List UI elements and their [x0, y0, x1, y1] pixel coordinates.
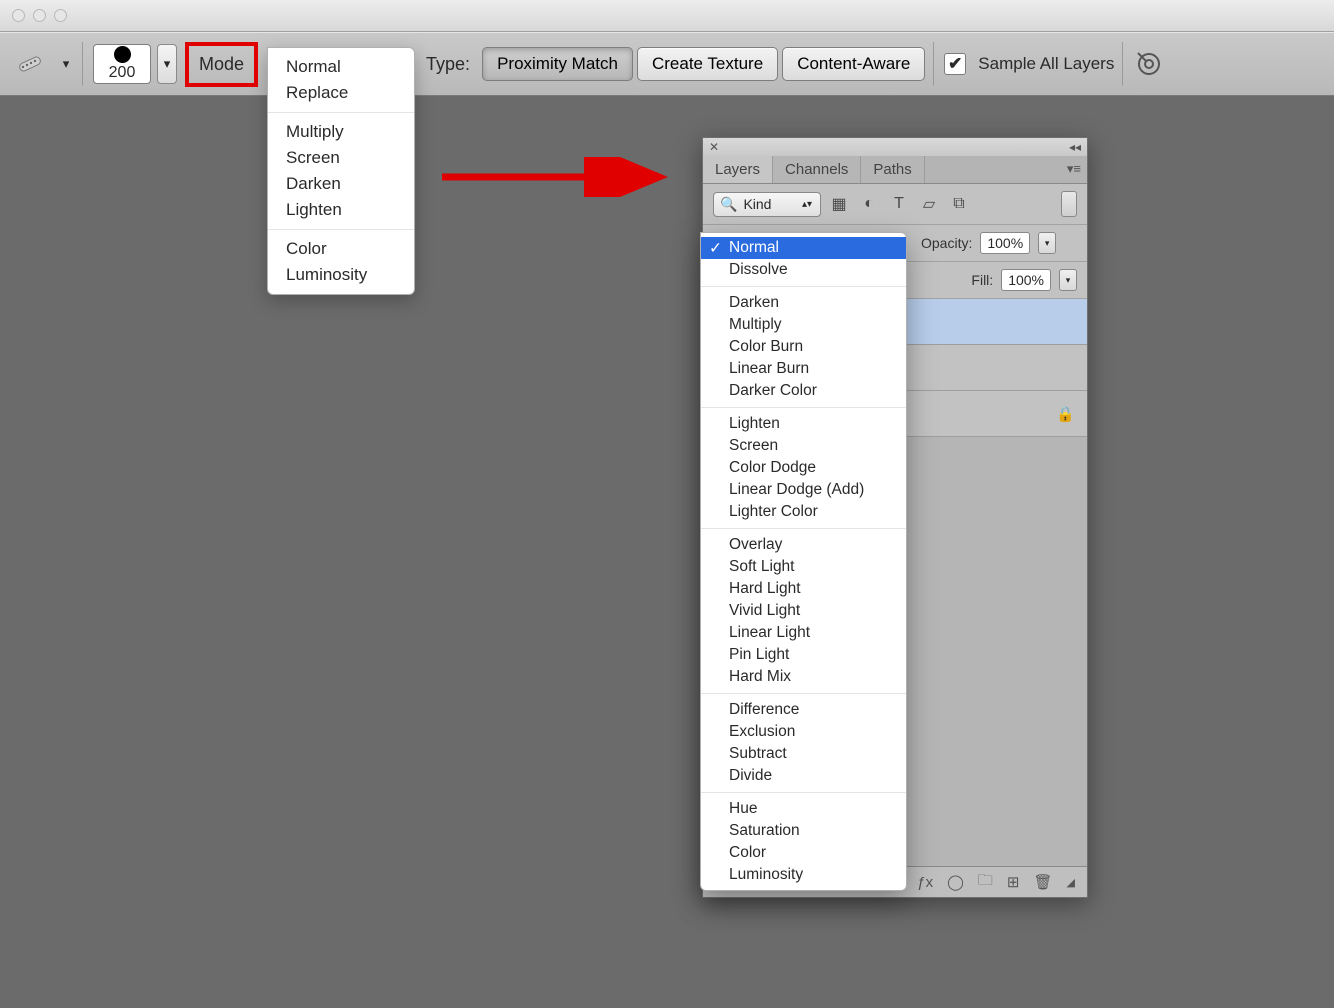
tab-layers[interactable]: Layers	[703, 156, 773, 183]
tab-channels[interactable]: Channels	[773, 156, 861, 183]
resize-grip-icon: ◢	[1067, 876, 1075, 889]
filter-toggle-switch[interactable]	[1061, 191, 1077, 217]
blend-item-color-dodge[interactable]: Color Dodge	[701, 457, 906, 479]
type-label: Type:	[416, 54, 474, 75]
red-arrow-annotation	[438, 157, 678, 197]
blend-item-lighten[interactable]: Lighten	[701, 413, 906, 435]
panel-collapse-icon[interactable]: ◂◂	[1069, 140, 1081, 154]
layer-fx-icon[interactable]: ƒx	[917, 874, 933, 891]
layer-mask-icon[interactable]: ◯	[947, 873, 964, 891]
menu-separator	[268, 229, 414, 230]
fill-label: Fill:	[971, 272, 993, 288]
blend-item-overlay[interactable]: Overlay	[701, 534, 906, 556]
new-group-icon[interactable]: 🗀	[978, 870, 993, 895]
mode-item-lighten[interactable]: Lighten	[268, 197, 414, 223]
blend-item-hard-light[interactable]: Hard Light	[701, 578, 906, 600]
mode-item-multiply[interactable]: Multiply	[268, 119, 414, 145]
options-bar: ▾ 200 ▾ Mode Type: Proximity Match Creat…	[0, 32, 1334, 96]
panel-flyout-menu-icon[interactable]: ▾≡	[1067, 161, 1081, 177]
filter-type-icon[interactable]: T	[889, 195, 909, 213]
mode-dropdown-menu: Normal Replace Multiply Screen Darken Li…	[267, 47, 415, 295]
delete-layer-icon[interactable]: 🗑	[1033, 873, 1052, 891]
panel-header: ✕ ◂◂	[703, 138, 1087, 156]
blend-item-exclusion[interactable]: Exclusion	[701, 721, 906, 743]
opacity-value[interactable]: 100%	[980, 232, 1030, 254]
blend-item-difference[interactable]: Difference	[701, 699, 906, 721]
blend-item-screen[interactable]: Screen	[701, 435, 906, 457]
blend-item-dissolve[interactable]: Dissolve	[701, 259, 906, 281]
menu-separator	[268, 112, 414, 113]
window-titlebar	[0, 0, 1334, 32]
blend-item-darken[interactable]: Darken	[701, 292, 906, 314]
sample-all-layers-label: Sample All Layers	[978, 54, 1114, 74]
blend-item-color[interactable]: Color	[701, 842, 906, 864]
layer-filter-row: 🔍 Kind ▴▾ ▦ ◐ T ▱ ⧉	[703, 184, 1087, 225]
blend-item-saturation[interactable]: Saturation	[701, 820, 906, 842]
healing-brush-tool-icon[interactable]	[12, 49, 52, 79]
mode-item-replace[interactable]: Replace	[268, 80, 414, 106]
blend-item-subtract[interactable]: Subtract	[701, 743, 906, 765]
type-toggle-group: Proximity Match Create Texture Content-A…	[482, 47, 925, 81]
mode-dropdown-button[interactable]: Mode	[185, 42, 258, 87]
close-window-icon[interactable]	[12, 9, 25, 22]
mode-item-color[interactable]: Color	[268, 236, 414, 262]
new-layer-icon[interactable]: ⊞	[1007, 873, 1020, 891]
blend-item-darker-color[interactable]: Darker Color	[701, 380, 906, 402]
sample-all-layers-checkbox[interactable]: ✔	[944, 53, 966, 75]
brush-size-value: 200	[109, 64, 136, 82]
create-texture-button[interactable]: Create Texture	[637, 47, 778, 81]
mode-item-luminosity[interactable]: Luminosity	[268, 262, 414, 288]
content-aware-button[interactable]: Content-Aware	[782, 47, 925, 81]
tab-paths[interactable]: Paths	[861, 156, 924, 183]
opacity-dropdown-icon[interactable]: ▾	[1038, 232, 1056, 254]
zoom-window-icon[interactable]	[54, 9, 67, 22]
blend-item-linear-dodge[interactable]: Linear Dodge (Add)	[701, 479, 906, 501]
brush-preset-picker[interactable]: 200	[93, 44, 151, 84]
blend-item-divide[interactable]: Divide	[701, 765, 906, 787]
blend-item-vivid-light[interactable]: Vivid Light	[701, 600, 906, 622]
minimize-window-icon[interactable]	[33, 9, 46, 22]
fill-dropdown-icon[interactable]: ▾	[1059, 269, 1077, 291]
filter-kind-select[interactable]: 🔍 Kind ▴▾	[713, 192, 821, 217]
opacity-label: Opacity:	[921, 235, 972, 251]
lock-icon: 🔒	[1056, 405, 1075, 423]
blend-item-multiply[interactable]: Multiply	[701, 314, 906, 336]
panel-tab-bar: Layers Channels Paths ▾≡	[703, 156, 1087, 184]
brush-dropdown-button[interactable]: ▾	[157, 44, 177, 84]
mode-item-normal[interactable]: Normal	[268, 54, 414, 80]
tool-dropdown-icon[interactable]: ▾	[58, 52, 74, 76]
blend-item-hue[interactable]: Hue	[701, 798, 906, 820]
brush-dot-icon	[114, 46, 131, 63]
blend-item-hard-mix[interactable]: Hard Mix	[701, 666, 906, 688]
fill-value[interactable]: 100%	[1001, 269, 1051, 291]
panel-close-icon[interactable]: ✕	[709, 140, 719, 154]
blend-item-linear-burn[interactable]: Linear Burn	[701, 358, 906, 380]
mode-item-darken[interactable]: Darken	[268, 171, 414, 197]
filter-adjustment-icon[interactable]: ◐	[859, 195, 879, 213]
blend-item-pin-light[interactable]: Pin Light	[701, 644, 906, 666]
blend-mode-menu: Normal Dissolve Darken Multiply Color Bu…	[700, 232, 907, 891]
pressure-target-icon[interactable]	[1133, 48, 1165, 80]
select-arrows-icon: ▴▾	[802, 199, 812, 210]
filter-pixel-icon[interactable]: ▦	[829, 194, 849, 214]
blend-item-luminosity[interactable]: Luminosity	[701, 864, 906, 886]
blend-item-color-burn[interactable]: Color Burn	[701, 336, 906, 358]
blend-item-linear-light[interactable]: Linear Light	[701, 622, 906, 644]
blend-item-soft-light[interactable]: Soft Light	[701, 556, 906, 578]
filter-shape-icon[interactable]: ▱	[919, 194, 939, 214]
search-icon: 🔍	[720, 196, 737, 213]
blend-item-normal[interactable]: Normal	[701, 237, 906, 259]
proximity-match-button[interactable]: Proximity Match	[482, 47, 633, 81]
mode-item-screen[interactable]: Screen	[268, 145, 414, 171]
filter-smart-icon[interactable]: ⧉	[949, 195, 969, 213]
blend-item-lighter-color[interactable]: Lighter Color	[701, 501, 906, 523]
